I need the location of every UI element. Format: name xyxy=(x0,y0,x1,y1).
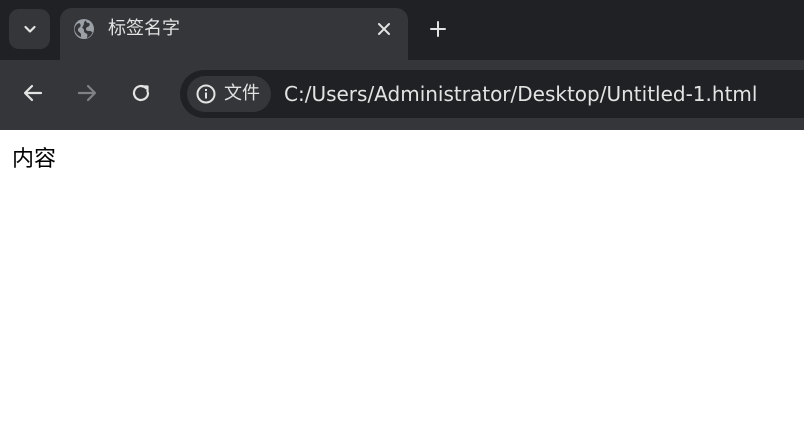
browser-tab[interactable]: 标签名字 xyxy=(60,8,408,60)
close-icon xyxy=(378,23,390,35)
arrow-left-icon xyxy=(23,84,43,102)
plus-icon xyxy=(430,21,446,37)
new-tab-button[interactable] xyxy=(424,15,452,43)
tab-search-button[interactable] xyxy=(9,9,50,49)
tab-strip: 标签名字 xyxy=(0,0,804,60)
arrow-right-icon xyxy=(77,84,97,102)
page-content: 内容 xyxy=(0,130,804,447)
site-chip-label: 文件 xyxy=(224,83,260,104)
address-bar[interactable]: 文件 C:/Users/Administrator/Desktop/Untitl… xyxy=(180,70,804,118)
back-button[interactable] xyxy=(19,79,47,107)
url-text[interactable]: C:/Users/Administrator/Desktop/Untitled-… xyxy=(284,81,757,107)
reload-button[interactable] xyxy=(127,79,155,107)
browser-chrome: 标签名字 文件 C:/Users/Administrator/Desktop/U… xyxy=(0,0,804,130)
toolbar: 文件 C:/Users/Administrator/Desktop/Untitl… xyxy=(0,60,804,130)
globe-icon xyxy=(74,19,94,39)
chevron-down-icon xyxy=(23,25,36,33)
site-info-chip[interactable]: 文件 xyxy=(187,76,271,112)
tab-close-button[interactable] xyxy=(373,18,395,40)
info-icon xyxy=(196,84,216,104)
page-body-text: 内容 xyxy=(12,147,57,172)
tab-title: 标签名字 xyxy=(108,18,180,39)
reload-icon xyxy=(132,84,150,102)
forward-button[interactable] xyxy=(73,79,101,107)
